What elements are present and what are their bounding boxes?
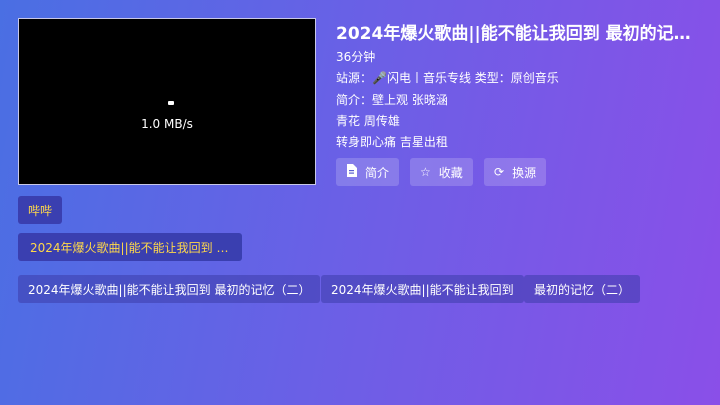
source-tab[interactable]: 哔哔 [18,196,63,224]
document-icon [346,164,357,180]
intro-line-3: 转身即心痛 吉星出租 [336,135,448,149]
episode-item[interactable]: 2024年爆火歌曲||能不能让我回到 最初的记忆（二） [18,275,321,303]
intro-button[interactable]: 简介 [336,158,400,186]
intro-line-2: 青花 周传雄 [336,114,400,128]
download-speed: 1.0 MB/s [141,117,193,131]
star-icon: ☆ [420,165,431,179]
episode-item[interactable]: 最初的记忆（二） [524,275,641,303]
duration-text: 36分钟 [336,50,376,64]
switch-source-button[interactable]: ⟳ 换源 [484,158,547,186]
video-player[interactable]: 1.0 MB/s [18,18,316,185]
favorite-button-label: 收藏 [438,165,463,180]
switch-source-button-label: 换源 [512,165,537,180]
intro-line-1: 简介：壁上观 张晓涵 [336,93,448,107]
loading-indicator [168,101,174,105]
episode-item[interactable]: 2024年爆火歌曲||能不能让我回到 [321,275,524,303]
episode-group-selected[interactable]: 2024年爆火歌曲||能不能让我回到 最... [18,233,242,261]
episode-group-label: 2024年爆火歌曲||能不能让我回到 最... [30,240,230,255]
intro-button-label: 简介 [365,165,390,180]
refresh-icon: ⟳ [494,165,505,179]
favorite-button[interactable]: ☆ 收藏 [410,158,473,186]
video-title: 2024年爆火歌曲||能不能让我回到 最初的记忆（二） [336,24,702,44]
site-type-text: 站源：🎤闪电丨音乐专线 类型：原创音乐 [336,71,559,85]
